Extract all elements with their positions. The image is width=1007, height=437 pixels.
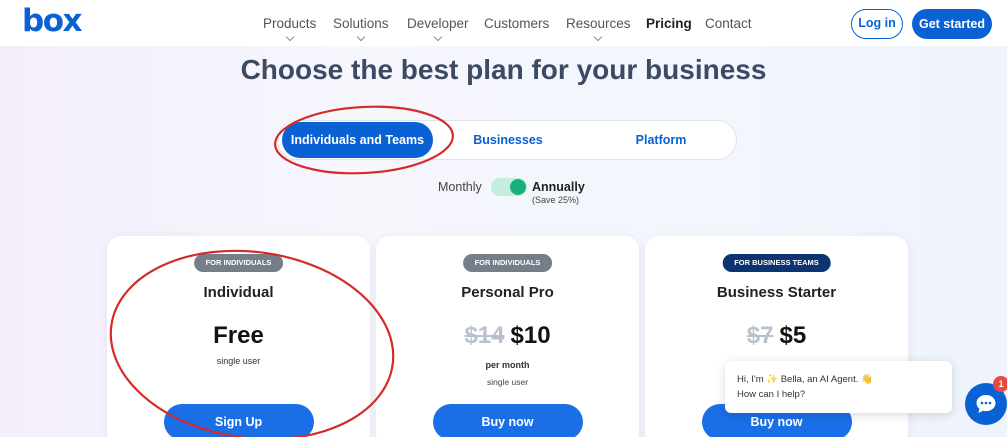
- get-started-button[interactable]: Get started: [912, 9, 992, 39]
- chat-greeting-popup[interactable]: Hi, I'm ✨ Bella, an AI Agent. 👋 How can …: [725, 361, 952, 413]
- original-price: $7: [746, 322, 774, 349]
- chat-greeting-line: Hi, I'm ✨ Bella, an AI Agent. 👋: [737, 374, 873, 385]
- tab-platform[interactable]: Platform: [601, 121, 721, 159]
- plan-badge: FOR INDIVIDUALS: [462, 254, 553, 272]
- annually-label[interactable]: Annually: [532, 180, 585, 194]
- nav-customers-label: Customers: [484, 16, 550, 31]
- nav-solutions-label: Solutions: [333, 16, 389, 31]
- chat-prompt-line: How can I help?: [737, 389, 806, 400]
- nav-resources[interactable]: Resources: [566, 16, 631, 42]
- box-logo[interactable]: box: [22, 4, 82, 38]
- monthly-label[interactable]: Monthly: [438, 180, 482, 194]
- page-title: Choose the best plan for your business: [240, 54, 767, 85]
- original-price: $14: [464, 322, 505, 349]
- plan-badge: FOR INDIVIDUALS: [193, 254, 284, 272]
- plan-badge: FOR BUSINESS TEAMS: [722, 254, 831, 272]
- price-row: $14 $10: [376, 322, 639, 350]
- annual-savings-note: (Save 25%): [532, 195, 580, 205]
- plan-category-tabs: Individuals and Teams Businesses Platfor…: [277, 120, 737, 160]
- chat-bubble-icon: [976, 395, 996, 413]
- nav-pricing-label: Pricing: [646, 16, 692, 31]
- nav-contact-label: Contact: [705, 16, 752, 31]
- nav-developer[interactable]: Developer: [407, 16, 469, 42]
- toggle-knob: [510, 179, 526, 195]
- plan-user-note: single user: [216, 356, 261, 366]
- nav-solutions[interactable]: Solutions: [333, 16, 389, 42]
- nav-contact[interactable]: Contact: [705, 16, 752, 32]
- plan-name: Business Starter: [716, 284, 837, 301]
- nav-products-label: Products: [263, 16, 317, 31]
- chevron-down-icon: [356, 32, 366, 42]
- plan-card-personal-pro: FOR INDIVIDUALS Personal Pro $14 $10 per …: [376, 236, 639, 437]
- nav-developer-label: Developer: [407, 16, 469, 31]
- chevron-down-icon: [594, 32, 603, 42]
- billing-toggle-row: Monthly Annually (Save 25%): [0, 178, 1007, 208]
- chevron-down-icon: [433, 32, 443, 42]
- chat-notification-badge: 1: [993, 376, 1007, 392]
- plan-user-note: single user: [486, 377, 529, 387]
- tab-businesses[interactable]: Businesses: [448, 121, 568, 159]
- plan-price: $10: [510, 322, 551, 349]
- chevron-down-icon: [285, 32, 294, 42]
- plan-period: per month: [485, 360, 530, 370]
- billing-period-toggle[interactable]: [491, 178, 527, 196]
- plan-price: $5: [779, 322, 807, 349]
- nav-products[interactable]: Products: [263, 16, 317, 42]
- nav-customers[interactable]: Customers: [484, 16, 549, 32]
- buy-now-button[interactable]: Buy now: [432, 404, 583, 437]
- top-navigation: box Products Solutions Developer Custome…: [0, 0, 1007, 46]
- plan-price: Free: [213, 322, 264, 349]
- plan-name: Personal Pro: [461, 284, 554, 301]
- price-row: $7 $5: [645, 322, 908, 350]
- price-row: Free: [107, 322, 370, 350]
- sign-up-button[interactable]: Sign Up: [163, 404, 314, 437]
- nav-pricing[interactable]: Pricing: [646, 16, 692, 32]
- plan-name: Individual: [203, 284, 274, 301]
- plan-card-individual: FOR INDIVIDUALS Individual Free single u…: [107, 236, 370, 437]
- nav-resources-label: Resources: [566, 16, 631, 31]
- tab-individuals-and-teams[interactable]: Individuals and Teams: [282, 122, 433, 158]
- login-button[interactable]: Log in: [851, 9, 903, 39]
